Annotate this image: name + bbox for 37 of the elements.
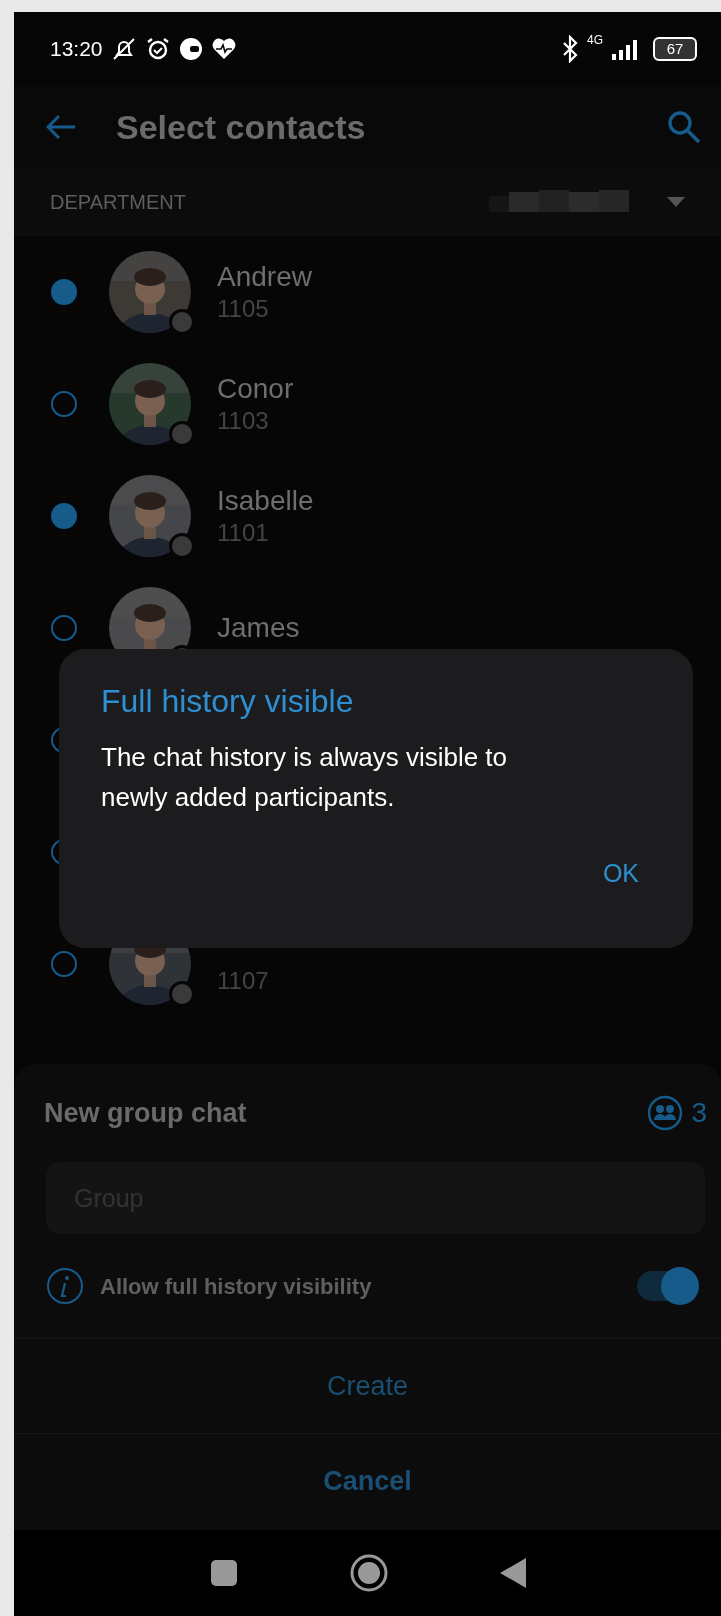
app-icon [178, 37, 203, 61]
contact-extension: 1103 [217, 406, 270, 436]
back-arrow-icon[interactable] [46, 114, 76, 140]
select-radio[interactable] [51, 503, 77, 529]
select-radio[interactable] [51, 951, 77, 977]
back-button-icon[interactable] [499, 1558, 526, 1588]
sheet-title: New group chat [44, 1096, 247, 1130]
cancel-button[interactable]: Cancel [14, 1434, 721, 1528]
member-count: 3 [691, 1096, 707, 1130]
select-radio[interactable] [51, 391, 77, 417]
toggle-label: Allow full history visibility [100, 1272, 372, 1301]
select-radio[interactable] [51, 279, 77, 305]
contact-extension: 1107 [217, 966, 269, 996]
dialog-title: Full history visible [101, 682, 355, 721]
create-button[interactable]: Create [14, 1339, 721, 1433]
info-icon[interactable] [46, 1267, 84, 1305]
filter-label: DEPARTMENT [50, 190, 186, 215]
recents-button-icon[interactable] [209, 1559, 238, 1587]
contact-name: Isabelle [217, 484, 314, 518]
dropdown-caret-icon[interactable] [667, 197, 685, 207]
heart-pulse-icon [210, 37, 237, 61]
contact-extension: 1101 [217, 518, 270, 548]
ok-button[interactable]: OK [590, 847, 651, 901]
search-icon[interactable] [667, 110, 701, 144]
dialog-message: The chat history is always visible to newly added participants. [101, 741, 509, 814]
clock-time: 13:20 [50, 36, 103, 63]
group-icon [647, 1095, 684, 1131]
contact-name: Conor [217, 372, 294, 406]
contact-name: Andrew [217, 260, 312, 294]
contact-name: James [217, 611, 300, 645]
network-type: 4G [587, 32, 603, 49]
page-title: Select contacts [116, 106, 366, 148]
select-radio[interactable] [51, 615, 77, 641]
battery-level: 67 [653, 37, 697, 61]
contact-extension: 1105 [217, 294, 270, 324]
home-button-icon[interactable] [349, 1554, 388, 1592]
bluetooth-icon [561, 35, 579, 63]
